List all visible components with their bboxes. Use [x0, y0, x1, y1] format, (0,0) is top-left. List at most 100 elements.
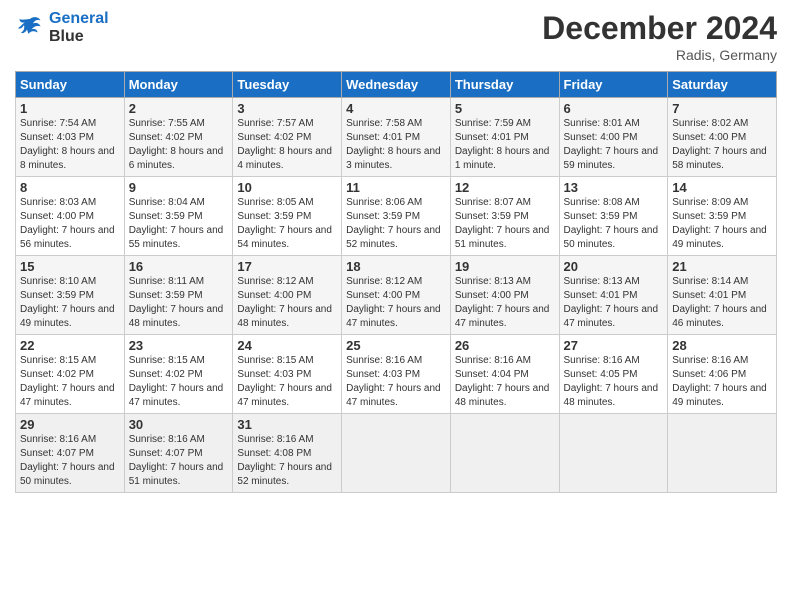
day-info: Sunrise: 8:14 AMSunset: 4:01 PMDaylight:… [672, 275, 772, 331]
day-number: 10 [237, 180, 337, 195]
day-cell-16: 16 Sunrise: 8:11 AMSunset: 3:59 PMDaylig… [124, 256, 233, 335]
col-wednesday: Wednesday [342, 72, 451, 98]
day-number: 22 [20, 338, 120, 353]
logo-general: General [49, 10, 109, 27]
day-info: Sunrise: 8:03 AMSunset: 4:00 PMDaylight:… [20, 196, 120, 252]
day-info: Sunrise: 8:04 AMSunset: 3:59 PMDaylight:… [129, 196, 229, 252]
day-info: Sunrise: 8:15 AMSunset: 4:02 PMDaylight:… [20, 354, 120, 410]
day-number: 5 [455, 101, 555, 116]
table-row: 15 Sunrise: 8:10 AMSunset: 3:59 PMDaylig… [16, 256, 777, 335]
day-cell-17: 17 Sunrise: 8:12 AMSunset: 4:00 PMDaylig… [233, 256, 342, 335]
empty-cell [559, 414, 668, 493]
day-number: 27 [564, 338, 664, 353]
table-row: 8 Sunrise: 8:03 AMSunset: 4:00 PMDayligh… [16, 177, 777, 256]
table-row: 29 Sunrise: 8:16 AMSunset: 4:07 PMDaylig… [16, 414, 777, 493]
day-cell-6: 6 Sunrise: 8:01 AMSunset: 4:00 PMDayligh… [559, 98, 668, 177]
day-number: 31 [237, 417, 337, 432]
empty-cell [668, 414, 777, 493]
day-cell-24: 24 Sunrise: 8:15 AMSunset: 4:03 PMDaylig… [233, 335, 342, 414]
day-info: Sunrise: 7:59 AMSunset: 4:01 PMDaylight:… [455, 117, 555, 173]
day-number: 9 [129, 180, 229, 195]
day-number: 21 [672, 259, 772, 274]
day-cell-15: 15 Sunrise: 8:10 AMSunset: 3:59 PMDaylig… [16, 256, 125, 335]
day-number: 4 [346, 101, 446, 116]
day-info: Sunrise: 8:13 AMSunset: 4:01 PMDaylight:… [564, 275, 664, 331]
day-cell-27: 27 Sunrise: 8:16 AMSunset: 4:05 PMDaylig… [559, 335, 668, 414]
day-number: 1 [20, 101, 120, 116]
day-cell-14: 14 Sunrise: 8:09 AMSunset: 3:59 PMDaylig… [668, 177, 777, 256]
day-cell-26: 26 Sunrise: 8:16 AMSunset: 4:04 PMDaylig… [450, 335, 559, 414]
day-cell-5: 5 Sunrise: 7:59 AMSunset: 4:01 PMDayligh… [450, 98, 559, 177]
day-cell-12: 12 Sunrise: 8:07 AMSunset: 3:59 PMDaylig… [450, 177, 559, 256]
empty-cell [450, 414, 559, 493]
day-number: 25 [346, 338, 446, 353]
day-cell-8: 8 Sunrise: 8:03 AMSunset: 4:00 PMDayligh… [16, 177, 125, 256]
day-cell-7: 7 Sunrise: 8:02 AMSunset: 4:00 PMDayligh… [668, 98, 777, 177]
day-info: Sunrise: 8:06 AMSunset: 3:59 PMDaylight:… [346, 196, 446, 252]
day-number: 26 [455, 338, 555, 353]
col-saturday: Saturday [668, 72, 777, 98]
day-number: 28 [672, 338, 772, 353]
table-row: 1 Sunrise: 7:54 AMSunset: 4:03 PMDayligh… [16, 98, 777, 177]
day-info: Sunrise: 8:16 AMSunset: 4:06 PMDaylight:… [672, 354, 772, 410]
day-info: Sunrise: 8:02 AMSunset: 4:00 PMDaylight:… [672, 117, 772, 173]
day-number: 17 [237, 259, 337, 274]
day-number: 14 [672, 180, 772, 195]
day-cell-31: 31 Sunrise: 8:16 AMSunset: 4:08 PMDaylig… [233, 414, 342, 493]
day-cell-29: 29 Sunrise: 8:16 AMSunset: 4:07 PMDaylig… [16, 414, 125, 493]
day-cell-25: 25 Sunrise: 8:16 AMSunset: 4:03 PMDaylig… [342, 335, 451, 414]
calendar-header-row: Sunday Monday Tuesday Wednesday Thursday… [16, 72, 777, 98]
day-number: 3 [237, 101, 337, 116]
day-number: 16 [129, 259, 229, 274]
day-info: Sunrise: 8:16 AMSunset: 4:07 PMDaylight:… [20, 433, 120, 489]
col-thursday: Thursday [450, 72, 559, 98]
day-cell-9: 9 Sunrise: 8:04 AMSunset: 3:59 PMDayligh… [124, 177, 233, 256]
day-number: 19 [455, 259, 555, 274]
day-number: 20 [564, 259, 664, 274]
empty-cell [342, 414, 451, 493]
day-info: Sunrise: 8:09 AMSunset: 3:59 PMDaylight:… [672, 196, 772, 252]
day-number: 2 [129, 101, 229, 116]
day-info: Sunrise: 8:12 AMSunset: 4:00 PMDaylight:… [237, 275, 337, 331]
logo-blue: Blue [49, 28, 109, 46]
day-info: Sunrise: 8:16 AMSunset: 4:08 PMDaylight:… [237, 433, 337, 489]
day-cell-28: 28 Sunrise: 8:16 AMSunset: 4:06 PMDaylig… [668, 335, 777, 414]
day-info: Sunrise: 8:16 AMSunset: 4:05 PMDaylight:… [564, 354, 664, 410]
day-number: 30 [129, 417, 229, 432]
day-number: 11 [346, 180, 446, 195]
day-info: Sunrise: 8:16 AMSunset: 4:03 PMDaylight:… [346, 354, 446, 410]
day-number: 24 [237, 338, 337, 353]
day-info: Sunrise: 8:05 AMSunset: 3:59 PMDaylight:… [237, 196, 337, 252]
day-number: 13 [564, 180, 664, 195]
table-row: 22 Sunrise: 8:15 AMSunset: 4:02 PMDaylig… [16, 335, 777, 414]
col-monday: Monday [124, 72, 233, 98]
day-cell-23: 23 Sunrise: 8:15 AMSunset: 4:02 PMDaylig… [124, 335, 233, 414]
day-info: Sunrise: 7:57 AMSunset: 4:02 PMDaylight:… [237, 117, 337, 173]
col-sunday: Sunday [16, 72, 125, 98]
day-number: 23 [129, 338, 229, 353]
day-number: 6 [564, 101, 664, 116]
day-number: 8 [20, 180, 120, 195]
title-block: December 2024 Radis, Germany [542, 10, 777, 63]
logo-icon [15, 13, 45, 43]
day-cell-21: 21 Sunrise: 8:14 AMSunset: 4:01 PMDaylig… [668, 256, 777, 335]
day-cell-11: 11 Sunrise: 8:06 AMSunset: 3:59 PMDaylig… [342, 177, 451, 256]
day-cell-30: 30 Sunrise: 8:16 AMSunset: 4:07 PMDaylig… [124, 414, 233, 493]
day-cell-18: 18 Sunrise: 8:12 AMSunset: 4:00 PMDaylig… [342, 256, 451, 335]
day-cell-13: 13 Sunrise: 8:08 AMSunset: 3:59 PMDaylig… [559, 177, 668, 256]
day-info: Sunrise: 8:15 AMSunset: 4:02 PMDaylight:… [129, 354, 229, 410]
day-cell-2: 2 Sunrise: 7:55 AMSunset: 4:02 PMDayligh… [124, 98, 233, 177]
day-number: 7 [672, 101, 772, 116]
day-number: 29 [20, 417, 120, 432]
day-info: Sunrise: 8:11 AMSunset: 3:59 PMDaylight:… [129, 275, 229, 331]
day-info: Sunrise: 8:01 AMSunset: 4:00 PMDaylight:… [564, 117, 664, 173]
day-number: 18 [346, 259, 446, 274]
day-cell-3: 3 Sunrise: 7:57 AMSunset: 4:02 PMDayligh… [233, 98, 342, 177]
day-cell-4: 4 Sunrise: 7:58 AMSunset: 4:01 PMDayligh… [342, 98, 451, 177]
day-number: 12 [455, 180, 555, 195]
day-cell-1: 1 Sunrise: 7:54 AMSunset: 4:03 PMDayligh… [16, 98, 125, 177]
col-tuesday: Tuesday [233, 72, 342, 98]
day-info: Sunrise: 7:58 AMSunset: 4:01 PMDaylight:… [346, 117, 446, 173]
day-info: Sunrise: 8:16 AMSunset: 4:04 PMDaylight:… [455, 354, 555, 410]
day-info: Sunrise: 7:55 AMSunset: 4:02 PMDaylight:… [129, 117, 229, 173]
